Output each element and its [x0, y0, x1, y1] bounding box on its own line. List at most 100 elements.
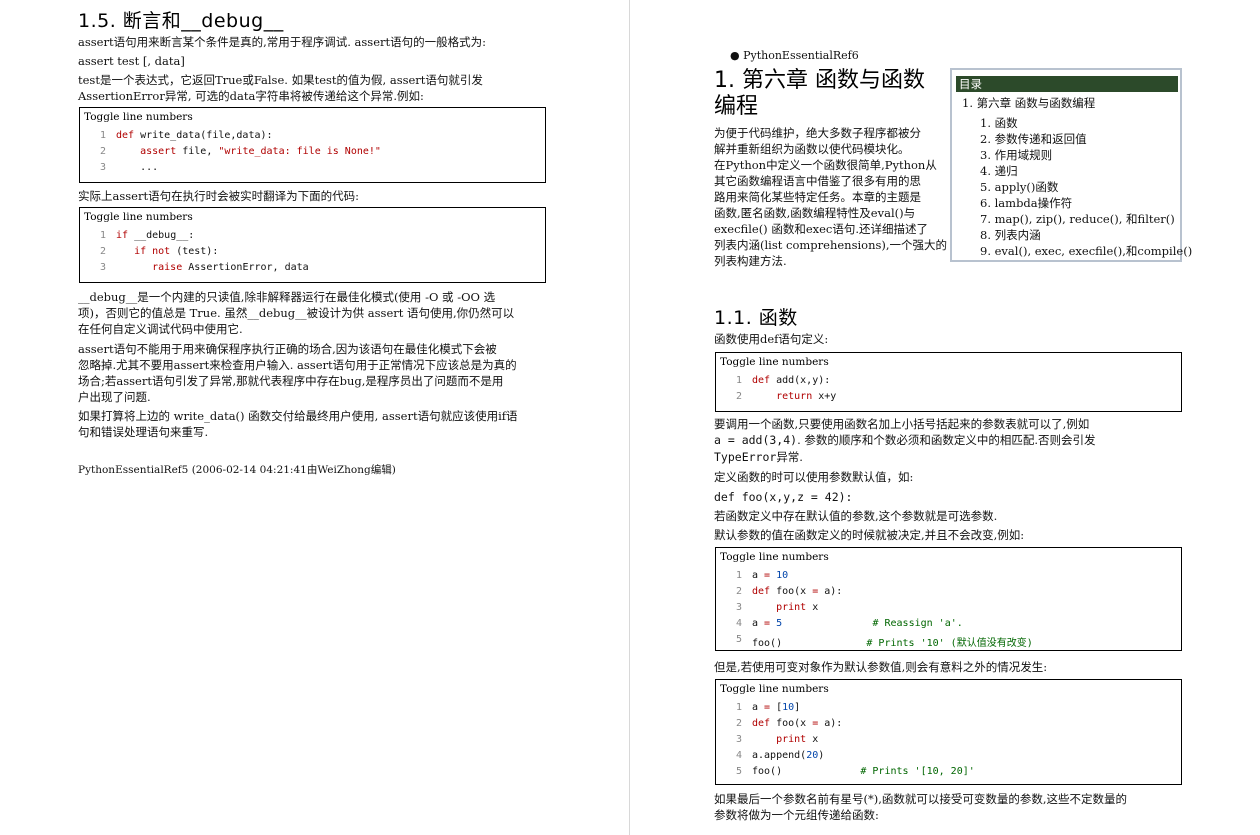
intro-line: execfile() 函数和exec语句.还详细描述了 — [714, 222, 929, 236]
paragraph: 默认参数的值在函数定义的时候就被决定,并且不会改变,例如: — [714, 528, 1025, 542]
toggle-line-numbers-link[interactable]: Toggle line numbers — [720, 356, 829, 368]
code-block-1: Toggle line numbers 1 def write_data(file… — [79, 107, 546, 183]
code-token: ] — [794, 702, 801, 713]
code-token: (test): — [170, 246, 219, 257]
code-token: def — [752, 375, 771, 386]
paragraph-text: 异常. — [776, 450, 803, 464]
code-line: def foo(x = a): — [752, 586, 842, 597]
table-of-contents: 目录 1. 第六章 函数与函数编程 1. 函数 2. 参数传递和返回值 3. 作用域… — [950, 68, 1192, 262]
page-footer-edit-info: PythonEssentialRef5 (2006-02-14 04:21:41… — [78, 464, 396, 476]
code-token: return — [776, 391, 813, 402]
toggle-line-numbers-link[interactable]: Toggle line numbers — [84, 211, 193, 223]
code-line: a = [10] — [752, 702, 800, 713]
paragraph: 句和错误处理语句来重写. — [78, 425, 209, 439]
toggle-line-numbers-link[interactable]: Toggle line numbers — [84, 111, 193, 123]
code-token: def — [752, 718, 771, 729]
paragraph: a = add(3,4). 参数的顺序和个数必须和函数定义中的相匹配.否则会引发 — [714, 432, 1096, 448]
paragraph: 如果打算将上边的 write_data() 函数交付给最终用户使用, asser… — [78, 409, 518, 423]
code-token: x — [806, 602, 819, 613]
paragraph: assert语句用来断言某个条件是真的,常用于程序调试. assert语句的一般… — [78, 35, 487, 49]
breadcrumb: ● PythonEssentialRef6 — [730, 49, 859, 62]
code-line: ... — [116, 162, 158, 173]
line-number: 2 — [99, 246, 106, 257]
code-line: if not (test): — [116, 246, 218, 257]
code-token: a — [752, 618, 765, 629]
code-line: a = 10 — [752, 570, 788, 581]
line-number: 5 — [735, 766, 742, 777]
paragraph: __debug__是一个内建的只读值,除非解释器运行在最佳化模式(使用 -O 或… — [78, 290, 496, 304]
code-token: foo(x — [770, 586, 813, 597]
toggle-line-numbers-link[interactable]: Toggle line numbers — [720, 683, 829, 695]
toc-item[interactable]: 1. 函数 — [980, 115, 1018, 131]
code-token: "write_data: file is None!" — [218, 146, 381, 157]
code-token: x+y — [812, 391, 837, 402]
paragraph: 实际上assert语句在执行时会被实时翻译为下面的代码: — [78, 189, 359, 203]
toc-item-chapter[interactable]: 1. 第六章 函数与函数编程 — [962, 95, 1095, 111]
chapter-heading-line: 编程 — [714, 94, 759, 119]
bullet-icon: ● — [730, 49, 744, 62]
code-token: x — [806, 734, 819, 745]
code-token: a.append( — [752, 750, 807, 761]
code-line: raise AssertionError, data — [116, 262, 309, 273]
page-divider — [629, 0, 630, 835]
toc-item[interactable]: 4. 递归 — [980, 163, 1018, 179]
toc-item[interactable]: 6. lambda操作符 — [980, 195, 1072, 211]
paragraph: 如果最后一个参数名前有星号(*),函数就可以接受可变数量的参数,这些不定数量的 — [714, 792, 1128, 806]
code-token: ... — [116, 162, 159, 173]
paragraph: AssertionError异常, 可选的data字符串将被传递给这个异常.例如… — [78, 89, 424, 103]
toc-item[interactable]: 2. 参数传递和返回值 — [980, 131, 1087, 147]
code-line: def add(x,y): — [752, 375, 830, 386]
code-line: assert file, "write_data: file is None!" — [116, 146, 381, 157]
code-token: a — [752, 702, 765, 713]
paragraph-text: . 参数的顺序和个数必须和函数定义中的相匹配.否则会引发 — [797, 433, 1096, 447]
code-block-2: Toggle line numbers 1 if __debug__: 2 if n… — [79, 207, 546, 283]
paragraph: 若函数定义中存在默认值的参数,这个参数就是可选参数. — [714, 509, 998, 523]
line-number: 2 — [735, 391, 742, 402]
line-number: 1 — [735, 702, 742, 713]
code-token: write_data(file,data): — [134, 130, 273, 141]
code-token: foo() — [752, 638, 867, 649]
inline-code-block: def foo(x,y,z = 42): — [714, 490, 853, 504]
code-token: if not — [134, 246, 171, 257]
line-number: 3 — [99, 262, 106, 273]
paragraph-syntax: assert test [, data] — [78, 54, 185, 68]
toc-item[interactable]: 5. apply()函数 — [980, 179, 1058, 195]
chapter-heading: 1. 第六章 函数与函数 编程 — [714, 68, 954, 120]
toc-item[interactable]: 7. map(), zip(), reduce(), 和filter() — [980, 211, 1175, 227]
code-token: a): — [818, 586, 843, 597]
code-token: 10 — [776, 570, 789, 581]
section-heading-functions: 1.1. 函数 — [714, 307, 798, 329]
code-token: ) — [818, 750, 825, 761]
code-token: raise — [152, 262, 183, 273]
code-line: print x — [752, 602, 818, 613]
intro-line: 路用来简化某些特定任务。本章的主题是 — [714, 190, 921, 204]
intro-line: 解并重新组织为函数以使代码模块化。 — [714, 142, 910, 156]
code-token: a — [752, 570, 765, 581]
toc-item[interactable]: 3. 作用域规则 — [980, 147, 1052, 163]
intro-line: 列表构建方法. — [714, 254, 787, 268]
toc-item[interactable]: 9. eval(), exec, execfile(),和compile() — [980, 243, 1192, 259]
line-number: 1 — [735, 375, 742, 386]
code-line: print x — [752, 734, 818, 745]
paragraph: test是一个表达式，它返回True或False. 如果test的值为假, as… — [78, 73, 483, 87]
code-line: a = 5 # Reassign 'a'. — [752, 618, 963, 629]
paragraph: 场合;若assert语句引发了异常,那就代表程序中存在bug,是程序员出了问题而… — [78, 374, 504, 388]
toggle-line-numbers-link[interactable]: Toggle line numbers — [720, 551, 829, 563]
line-number: 1 — [735, 570, 742, 581]
toc-title: 目录 — [956, 76, 1178, 92]
code-token: foo() — [752, 766, 861, 777]
code-token: print — [776, 734, 807, 745]
paragraph: 要调用一个函数,只要使用函数名加上小括号括起来的参数表就可以了,例如 — [714, 417, 1090, 431]
code-line: a.append(20) — [752, 750, 824, 761]
code-line: def write_data(file,data): — [116, 130, 273, 141]
line-number: 1 — [99, 130, 106, 141]
line-number: 4 — [735, 618, 742, 629]
code-token: # Prints '10' (默认值没有改变) — [866, 638, 1033, 649]
breadcrumb-link[interactable]: PythonEssentialRef6 — [743, 49, 859, 62]
code-token: def — [116, 130, 135, 141]
toc-item[interactable]: 8. 列表内涵 — [980, 227, 1041, 243]
